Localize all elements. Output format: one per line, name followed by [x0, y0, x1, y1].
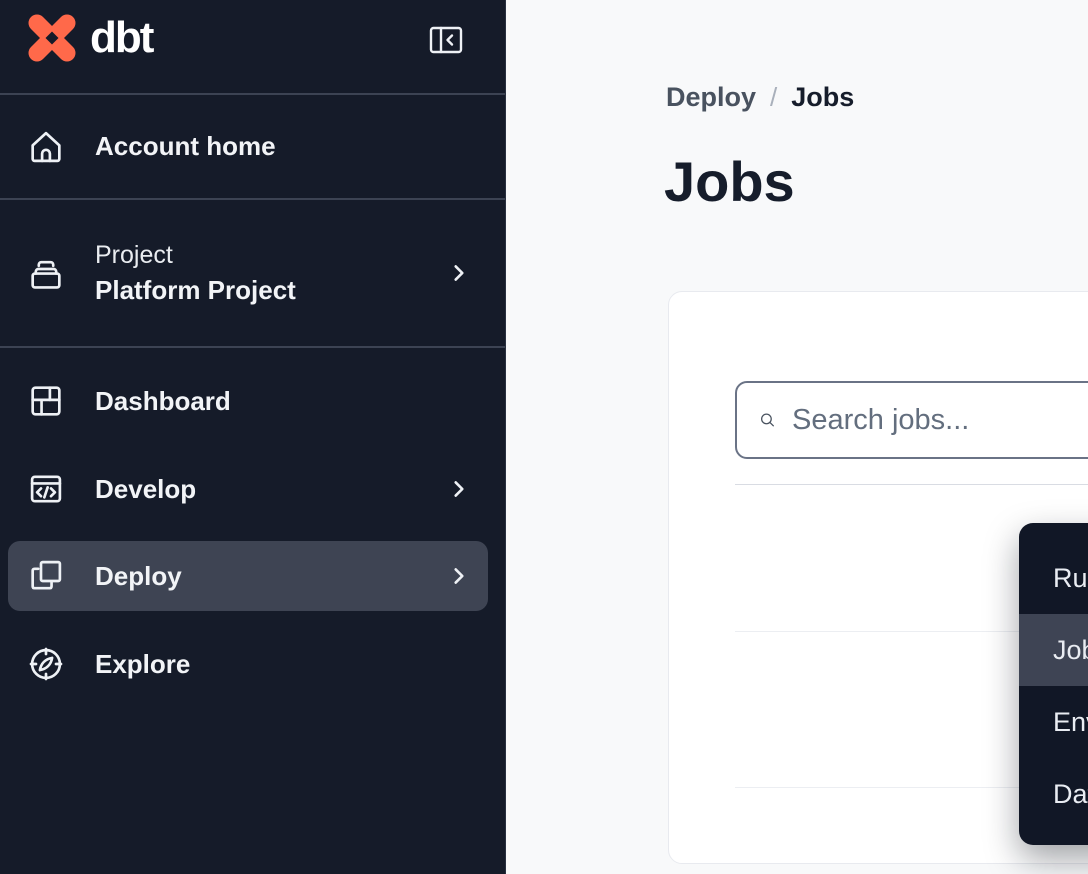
sidebar-item-label: Dashboard	[95, 386, 231, 417]
project-name-label: Platform Project	[95, 272, 296, 308]
project-icon	[26, 253, 66, 293]
dbt-logo: dbt	[26, 10, 152, 66]
submenu-item-environments[interactable]: Environments	[1019, 686, 1088, 758]
sidebar-item-develop[interactable]: Develop	[0, 449, 506, 529]
sidebar-item-dashboard[interactable]: Dashboard	[0, 361, 506, 441]
chevron-right-icon	[448, 478, 470, 500]
project-eyebrow-label: Project	[95, 239, 296, 272]
sidebar-item-project[interactable]: Project Platform Project	[0, 199, 506, 347]
deploy-submenu: Run history Jobs Environments Data sourc…	[1019, 523, 1088, 845]
logo-text: dbt	[90, 10, 152, 66]
submenu-item-run-history[interactable]: Run history	[1019, 542, 1088, 614]
sidebar-item-label: Account home	[95, 131, 276, 162]
chevron-right-icon	[448, 565, 470, 587]
page-title: Jobs	[664, 150, 795, 214]
home-icon	[26, 127, 66, 167]
compass-icon	[26, 644, 66, 684]
sidebar-item-label: Develop	[95, 474, 196, 505]
breadcrumb: Deploy / Jobs	[666, 82, 854, 113]
collapse-sidebar-icon	[429, 25, 463, 55]
dbt-logo-mark-icon	[26, 12, 78, 64]
main-content: Deploy / Jobs Jobs Run history Jobs Envi…	[506, 0, 1088, 874]
divider	[0, 346, 505, 348]
sidebar-item-label: Deploy	[95, 561, 182, 592]
submenu-item-jobs[interactable]: Jobs	[1019, 614, 1088, 686]
sidebar-item-account-home[interactable]: Account home	[0, 94, 506, 199]
sidebar-item-deploy[interactable]: Deploy	[8, 541, 488, 611]
dashboard-icon	[26, 381, 66, 421]
collapse-sidebar-button[interactable]	[424, 20, 468, 60]
search-input-wrapper	[735, 381, 1088, 459]
breadcrumb-current: Jobs	[791, 82, 854, 113]
sidebar-item-explore[interactable]: Explore	[0, 624, 506, 704]
sidebar: dbt Account home Project P	[0, 0, 506, 874]
sidebar-item-label: Explore	[95, 649, 190, 680]
divider	[735, 484, 1088, 485]
breadcrumb-deploy-link[interactable]: Deploy	[666, 82, 756, 113]
chevron-right-icon	[448, 262, 470, 284]
search-icon	[759, 404, 776, 436]
breadcrumb-separator: /	[770, 82, 777, 113]
submenu-item-data-sources[interactable]: Data sources	[1019, 758, 1088, 830]
develop-icon	[26, 469, 66, 509]
deploy-icon	[26, 556, 66, 596]
search-input[interactable]	[792, 404, 1088, 437]
